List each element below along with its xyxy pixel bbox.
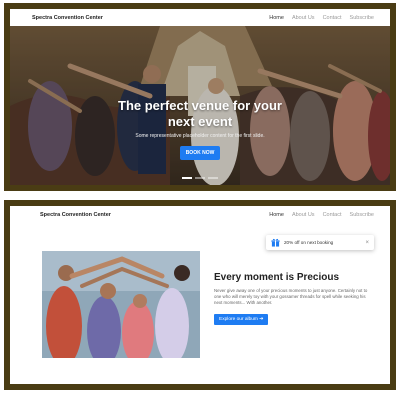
carousel-indicators [10, 177, 390, 179]
top-navbar: Spectra Convention Center Home About Us … [10, 9, 390, 26]
bottom-screenshot-frame: Spectra Convention Center Home About Us … [4, 200, 396, 390]
hero-subtitle: Some representative placeholder content … [135, 133, 265, 139]
hero-carousel: The perfect venue for your next event So… [10, 26, 390, 185]
feature-description: Never give away one of your precious mom… [214, 288, 368, 306]
feature-title: Every moment is Precious [214, 272, 340, 283]
hero-caption: The perfect venue for your next event So… [10, 98, 390, 160]
bottom-nav-links: Home About Us Contact Subscribe [269, 212, 374, 218]
feature-content: Every moment is Precious Never give away… [214, 272, 374, 325]
bottom-navbar: Spectra Convention Center Home About Us … [10, 206, 390, 223]
discount-toast: 20% off on next booking × [266, 235, 374, 250]
explore-album-button[interactable]: Explore our album ➔ [214, 313, 269, 325]
feature-section-screen: Spectra Convention Center Home About Us … [10, 206, 390, 384]
carousel-indicator-2[interactable] [195, 177, 205, 179]
nav-home[interactable]: Home [269, 212, 284, 218]
hero-title-line-1: The perfect venue for your [118, 98, 282, 113]
carousel-indicator-1[interactable] [182, 177, 192, 179]
carousel-indicator-3[interactable] [208, 177, 218, 179]
nav-subscribe[interactable]: Subscribe [350, 15, 374, 21]
nav-contact[interactable]: Contact [323, 15, 342, 21]
nav-about-us[interactable]: About Us [292, 212, 315, 218]
top-nav-links: Home About Us Contact Subscribe [269, 15, 374, 21]
group-photo [42, 251, 200, 358]
hero-title-line-2: next event [167, 114, 233, 129]
brand-name[interactable]: Spectra Convention Center [40, 212, 111, 218]
landing-hero-screen: Spectra Convention Center Home About Us … [10, 9, 390, 185]
nav-about-us[interactable]: About Us [292, 15, 315, 21]
nav-contact[interactable]: Contact [323, 212, 342, 218]
guests-arch-photo [42, 251, 200, 358]
book-now-button[interactable]: BOOK NOW [179, 146, 221, 160]
gift-icon [271, 238, 280, 247]
nav-subscribe[interactable]: Subscribe [350, 212, 374, 218]
brand-name[interactable]: Spectra Convention Center [32, 15, 103, 21]
nav-home[interactable]: Home [269, 15, 284, 21]
top-screenshot-frame: Spectra Convention Center Home About Us … [4, 3, 396, 191]
toast-text: 20% off on next booking [284, 240, 334, 245]
close-icon[interactable]: × [365, 240, 369, 246]
hero-title: The perfect venue for your next event [10, 98, 390, 130]
